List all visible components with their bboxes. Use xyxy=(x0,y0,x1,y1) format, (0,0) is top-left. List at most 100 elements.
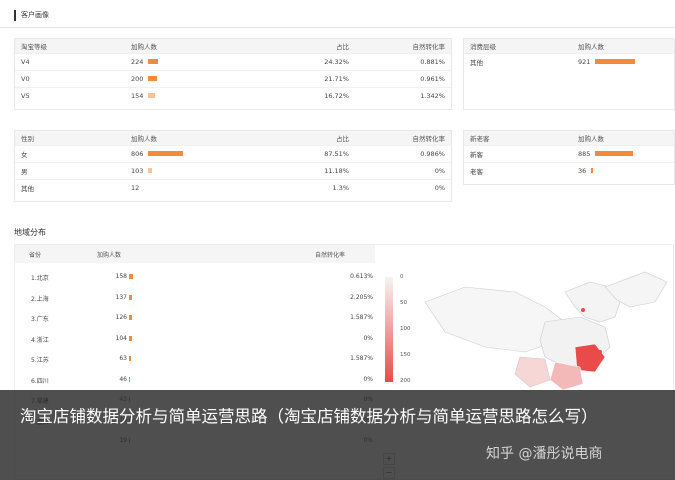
col-header: 加购人数 xyxy=(97,252,122,259)
col-header: 自然转化率 xyxy=(355,131,451,145)
col-header: 新老客 xyxy=(464,131,572,145)
map-point xyxy=(598,350,602,354)
province-name: 2.上海 xyxy=(31,295,49,303)
row-name: 老客 xyxy=(464,161,572,179)
new-old-table: 新老客 加购人数 新客 885 老客 36 xyxy=(464,131,674,179)
row-count: 200 xyxy=(125,69,245,87)
count-bar xyxy=(148,168,153,173)
divider xyxy=(0,27,675,28)
province-bar xyxy=(129,274,133,279)
table-row: 老客 36 xyxy=(464,161,674,179)
province-name: 4.浙江 xyxy=(31,336,49,344)
count-bar xyxy=(595,59,636,65)
section-title: 客户画像 xyxy=(14,10,49,21)
row-rate: 0% xyxy=(355,178,451,196)
consume-level-table: 消费层级 加购人数 其他 921 xyxy=(464,39,674,70)
row-name: 其他 xyxy=(464,52,572,70)
row-pct: 21.71% xyxy=(245,69,355,87)
col-header: 淘宝等级 xyxy=(15,39,125,53)
province-bar xyxy=(129,356,131,361)
color-scale xyxy=(385,277,393,382)
province-row: 6.四川 46 0% xyxy=(15,370,375,390)
col-header: 加购人数 xyxy=(572,131,674,145)
table-row: 男 103 11.18% 0% xyxy=(15,161,451,179)
row-name: 女 xyxy=(15,144,125,162)
row-pct: 11.18% xyxy=(245,161,355,179)
table-row: V4 224 24.32% 0.881% xyxy=(15,52,451,70)
province-rate: 2.205% xyxy=(350,293,373,301)
table-row: V0 200 21.71% 0.961% xyxy=(15,69,451,87)
province-row: 5.江苏 63 1.587% xyxy=(15,349,375,369)
province-name: 5.江苏 xyxy=(31,357,49,364)
row-count: 885 xyxy=(572,144,674,162)
province-rate: 1.587% xyxy=(350,355,373,362)
province-count: 158 xyxy=(115,273,127,280)
china-map[interactable] xyxy=(405,262,675,392)
row-rate: 0% xyxy=(355,161,451,179)
row-count: 36 xyxy=(572,161,674,179)
member-level-table: 淘宝等级 加购人数 占比 自然转化率 V4 224 24.32% 0.881% V0 20… xyxy=(15,39,451,104)
count-bar xyxy=(148,93,156,99)
row-rate: 0.986% xyxy=(355,144,451,162)
province-bar xyxy=(129,315,132,320)
count-bar xyxy=(595,151,634,156)
province-row: 2.上海 137 2.205% xyxy=(15,288,375,308)
count-value: 224 xyxy=(131,57,144,66)
row-rate: 0.881% xyxy=(355,52,451,70)
row-name: V0 xyxy=(15,69,125,87)
row-name: 男 xyxy=(15,161,125,179)
count-value: 200 xyxy=(131,74,144,83)
row-count: 224 xyxy=(125,52,245,70)
row-pct: 16.72% xyxy=(245,86,355,104)
province-count: 104 xyxy=(115,334,127,342)
col-header: 省份 xyxy=(29,252,42,259)
row-pct: 24.32% xyxy=(245,52,355,70)
province-count: 137 xyxy=(115,293,127,301)
row-name: 新客 xyxy=(464,144,572,162)
row-count: 921 xyxy=(572,52,674,70)
row-rate: 1.342% xyxy=(355,86,451,104)
geo-header: 省份 加购人数 自然转化率 xyxy=(15,245,375,263)
count-value: 12 xyxy=(131,183,140,192)
row-count: 154 xyxy=(125,86,245,104)
count-value: 36 xyxy=(578,166,587,175)
col-header: 自然转化率 xyxy=(315,252,346,259)
col-header: 加购人数 xyxy=(125,131,245,145)
consume-level-panel: 消费层级 加购人数 其他 921 xyxy=(463,38,675,110)
province-bar xyxy=(129,376,130,382)
province-rate: 0.613% xyxy=(350,273,373,280)
count-bar xyxy=(148,76,158,81)
col-header: 性别 xyxy=(15,131,125,145)
row-name: V5 xyxy=(15,86,125,104)
col-header: 加购人数 xyxy=(125,39,245,53)
geo-title: 地域分布 xyxy=(14,228,46,237)
table-row: V5 154 16.72% 1.342% xyxy=(15,86,451,104)
province-count: 46 xyxy=(119,375,127,383)
watermark: 知乎 @潘彤说电商 xyxy=(486,446,603,462)
row-name: 其他 xyxy=(15,178,125,196)
table-row: 女 806 87.51% 0.986% xyxy=(15,144,451,162)
col-header: 自然转化率 xyxy=(355,39,451,53)
member-level-panel: 淘宝等级 加购人数 占比 自然转化率 V4 224 24.32% 0.881% V0 20… xyxy=(14,38,452,110)
count-bar xyxy=(591,168,594,174)
table-row: 新客 885 xyxy=(464,144,674,162)
count-bar xyxy=(148,151,184,156)
province-row: 1.北京 158 0.613% xyxy=(15,267,375,287)
table-row: 其他 921 xyxy=(464,52,674,70)
col-header: 占比 xyxy=(245,131,355,145)
new-old-panel: 新老客 加购人数 新客 885 老客 36 xyxy=(463,130,675,185)
table-row: 其他 12 1.3% 0% xyxy=(15,178,451,196)
row-count: 103 xyxy=(125,161,245,179)
row-rate: 0.961% xyxy=(355,69,451,87)
province-bar xyxy=(129,335,132,341)
count-bar xyxy=(148,59,159,64)
province-row: 4.浙江 104 0% xyxy=(15,329,375,349)
col-header: 消费层级 xyxy=(464,39,572,53)
row-count: 806 xyxy=(125,144,245,162)
province-count: 126 xyxy=(115,314,127,321)
scale-label: 0 xyxy=(400,274,404,280)
province-name: 6.四川 xyxy=(31,377,49,385)
province-rate: 0% xyxy=(363,375,373,383)
row-pct: 87.51% xyxy=(245,144,355,162)
province-bar xyxy=(129,294,132,300)
